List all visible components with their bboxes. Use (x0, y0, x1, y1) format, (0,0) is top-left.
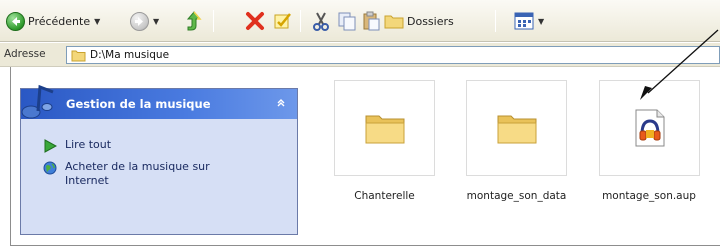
paste-button[interactable] (361, 9, 381, 33)
task-pane-body: Lire tout Acheter de la musique sur Inte… (21, 119, 297, 234)
copy-icon (338, 12, 356, 31)
delete-icon (246, 12, 264, 30)
toolbar-separator (213, 10, 214, 32)
chevron-down-icon[interactable]: ▼ (94, 17, 100, 26)
file-tile-montage-son-aup[interactable] (599, 80, 700, 176)
toolbar-separator (495, 10, 496, 32)
globe-icon (43, 161, 57, 175)
cut-button[interactable] (312, 9, 330, 33)
up-folder-icon (186, 11, 202, 31)
back-arrow-icon (6, 11, 25, 31)
folders-button-label: Dossiers (407, 14, 454, 28)
properties-icon (274, 13, 291, 29)
address-label: Adresse (4, 48, 46, 60)
file-name[interactable]: Chanterelle (334, 190, 435, 202)
music-tasks-pane: Gestion de la musique Lire tout Acheter … (20, 84, 298, 235)
chevron-down-icon[interactable]: ▼ (153, 17, 159, 26)
play-all-link[interactable]: Lire tout (43, 138, 245, 153)
up-folder-button[interactable] (184, 9, 204, 33)
file-tile-montage-son-data[interactable] (466, 80, 567, 176)
folder-icon (384, 15, 404, 29)
toolbar: Précédente ▼ ▼ Dossiers ▼ (0, 0, 720, 42)
copy-button[interactable] (337, 9, 357, 33)
views-button[interactable]: ▼ (514, 9, 544, 33)
delete-button[interactable] (245, 9, 265, 33)
chevron-down-icon[interactable]: ▼ (538, 17, 544, 26)
buy-music-label: Acheter de la musique sur Internet (65, 160, 210, 187)
folder-icon (365, 115, 404, 144)
file-name[interactable]: montage_son_data (450, 190, 583, 202)
toolbar-separator (300, 10, 301, 32)
folder-icon (497, 115, 536, 144)
address-field[interactable]: D:\Ma musique (66, 46, 720, 64)
audacity-file-icon (635, 109, 664, 147)
file-tile-chanterelle[interactable] (334, 80, 435, 176)
task-pane-title: Gestion de la musique (66, 97, 211, 111)
folders-button[interactable]: Dossiers (384, 9, 454, 33)
address-bar: Adresse D:\Ma musique (0, 43, 720, 67)
buy-music-link[interactable]: Acheter de la musique sur Internet (43, 160, 245, 188)
play-all-label: Lire tout (65, 138, 112, 151)
file-name[interactable]: montage_son.aup (586, 190, 712, 202)
folder-icon (71, 50, 86, 61)
back-button-label: Précédente (28, 14, 91, 28)
properties-button[interactable] (273, 9, 293, 33)
paste-icon (363, 11, 380, 31)
views-icon (514, 12, 534, 30)
forward-button[interactable]: ▼ (130, 9, 159, 33)
back-button[interactable]: Précédente ▼ (6, 9, 100, 33)
forward-arrow-icon (130, 11, 149, 31)
task-pane-header[interactable]: Gestion de la musique (21, 89, 297, 119)
scissors-icon (313, 12, 329, 31)
play-icon (44, 139, 57, 153)
music-notes-icon (21, 84, 54, 119)
collapse-chevron-icon[interactable] (273, 95, 289, 111)
address-path: D:\Ma musique (90, 49, 170, 61)
